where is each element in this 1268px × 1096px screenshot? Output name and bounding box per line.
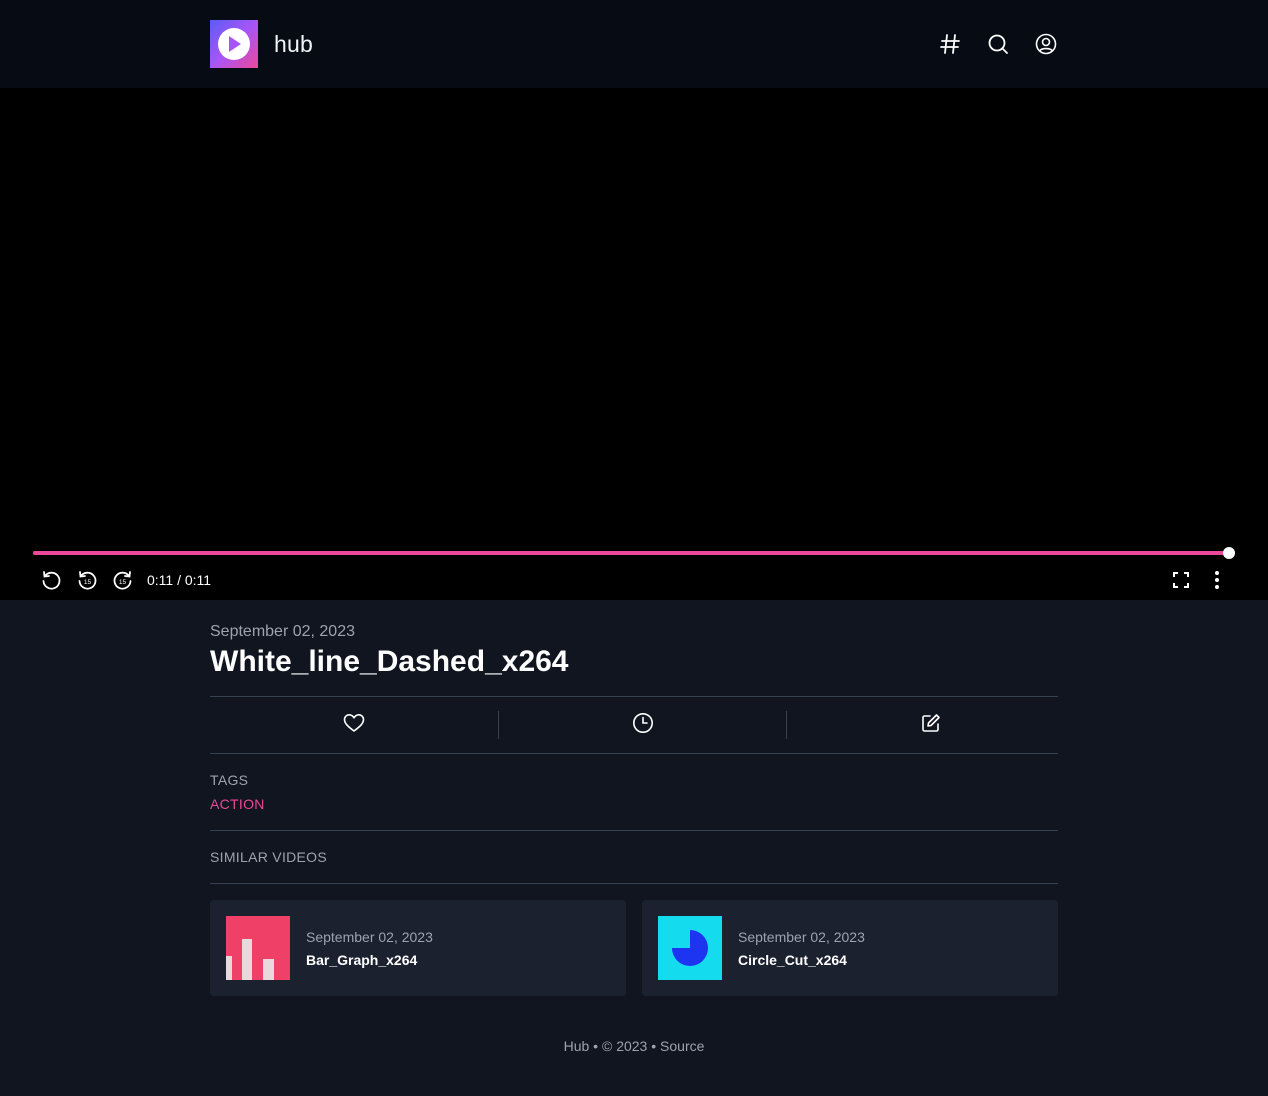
user-circle-icon[interactable] — [1030, 28, 1062, 60]
watch-later-button[interactable] — [499, 697, 787, 753]
divider — [210, 753, 1058, 754]
video-title: White_line_Dashed_x264 — [210, 645, 569, 678]
svg-text:15: 15 — [84, 579, 92, 586]
replay-icon[interactable] — [39, 568, 63, 592]
tag-action[interactable]: ACTION — [210, 796, 265, 812]
progress-bar[interactable] — [33, 547, 1235, 559]
play-icon — [218, 28, 250, 60]
similar-videos-label: SIMILAR VIDEOS — [210, 849, 328, 865]
heart-icon — [343, 713, 365, 738]
card-date: September 02, 2023 — [738, 929, 865, 945]
video-player[interactable]: 15 15 0:11 / 0:11 — [0, 88, 1268, 600]
divider — [210, 830, 1058, 831]
forward-15-icon[interactable]: 15 — [111, 568, 135, 592]
divider — [210, 883, 1058, 884]
time-display: 0:11 / 0:11 — [147, 572, 212, 588]
footer: Hub • © 2023 • Source — [0, 1038, 1268, 1054]
video-thumbnail — [226, 916, 290, 980]
footer-source-link[interactable]: Source — [660, 1038, 704, 1054]
progress-handle[interactable] — [1223, 547, 1235, 559]
clock-icon — [632, 712, 654, 739]
progress-fill — [33, 551, 1229, 555]
top-header: hub — [0, 0, 1268, 88]
edit-icon — [921, 713, 941, 738]
footer-separator: • — [647, 1038, 661, 1054]
footer-separator: • — [589, 1038, 602, 1054]
card-title[interactable]: Bar_Graph_x264 — [306, 952, 417, 968]
similar-video-card[interactable]: September 02, 2023 Bar_Graph_x264 — [210, 900, 626, 996]
video-thumbnail — [658, 916, 722, 980]
search-icon[interactable] — [982, 28, 1014, 60]
rewind-15-icon[interactable]: 15 — [75, 568, 99, 592]
hashtag-icon[interactable] — [934, 28, 966, 60]
svg-text:15: 15 — [119, 579, 127, 586]
edit-button[interactable] — [787, 697, 1075, 753]
tags-label: TAGS — [210, 772, 249, 788]
footer-hub-link[interactable]: Hub — [564, 1038, 590, 1054]
hub-logo[interactable] — [210, 20, 258, 68]
card-date: September 02, 2023 — [306, 929, 433, 945]
video-date: September 02, 2023 — [210, 623, 355, 640]
brand-name[interactable]: hub — [274, 30, 313, 58]
card-title[interactable]: Circle_Cut_x264 — [738, 952, 847, 968]
footer-copyright: © 2023 — [601, 1038, 648, 1054]
similar-video-card[interactable]: September 02, 2023 Circle_Cut_x264 — [642, 900, 1058, 996]
like-button[interactable] — [210, 697, 498, 753]
more-vertical-icon[interactable] — [1205, 568, 1229, 592]
fullscreen-icon[interactable] — [1169, 568, 1193, 592]
